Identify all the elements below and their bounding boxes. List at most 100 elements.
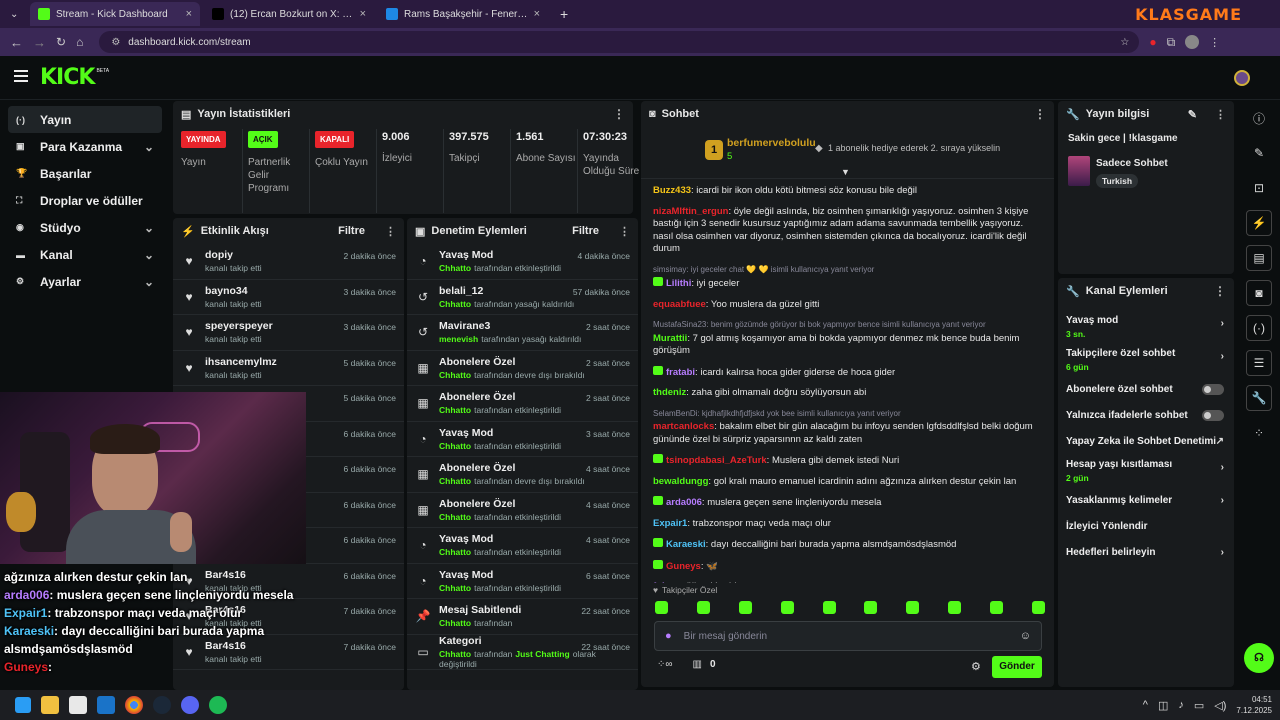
chat-username[interactable]: nizaMIftin_ergun	[653, 206, 728, 217]
broadcast-icon[interactable]: (·)	[1246, 315, 1272, 341]
reply-context[interactable]: simsimay: iyi geceler chat 💛 💛 isimli ku…	[653, 264, 1042, 277]
sidebar-item[interactable]: ⛶ Droplar ve ödüller	[8, 187, 162, 214]
emoji-icon[interactable]: ☺	[1020, 630, 1031, 642]
chat-username[interactable]: Buzz433	[653, 185, 691, 196]
screenshot-icon[interactable]: ⊡	[1246, 175, 1272, 201]
channel-action[interactable]: Abonelere özel sohbet	[1058, 376, 1234, 402]
browser-tab[interactable]: Rams Başakşehir - Fenerbahçe ×	[378, 2, 548, 26]
chat-username[interactable]: fratabi	[666, 367, 695, 378]
lightning-icon[interactable]: ⚡	[1246, 210, 1272, 236]
reply-context[interactable]: MustafaSina23: benim gözümde görüyor bi …	[653, 319, 1042, 332]
moderator-name[interactable]: Chhatto	[439, 583, 471, 593]
chat-settings-icon[interactable]: ⚙	[971, 660, 981, 673]
edit-icon[interactable]: ✎	[1246, 140, 1272, 166]
tray-chevron-icon[interactable]: ^	[1143, 699, 1148, 711]
chat-icon[interactable]: ◙	[1246, 280, 1272, 306]
channel-action[interactable]: Yavaş mod 3 sn. ›	[1058, 310, 1234, 343]
send-button[interactable]: Gönder	[992, 656, 1042, 678]
moderator-name[interactable]: Chhatto	[439, 547, 471, 557]
site-info-icon[interactable]: ⚙	[111, 37, 120, 48]
extension-icon[interactable]: ●	[1149, 35, 1156, 49]
emote-icon[interactable]	[822, 601, 836, 614]
moderator-name[interactable]: menevish	[439, 334, 478, 344]
moderation-icon[interactable]: ☰	[1246, 350, 1272, 376]
display-icon[interactable]: ▭	[1194, 699, 1204, 712]
edit-pencil-icon[interactable]: ✎	[1188, 108, 1197, 121]
mic-tray-icon[interactable]: ♪	[1178, 699, 1184, 711]
moderator-name[interactable]: Chhatto	[439, 405, 471, 415]
stats-more-icon[interactable]: ⋮	[613, 107, 625, 121]
language-tag[interactable]: Turkish	[1096, 174, 1139, 188]
collapse-icon[interactable]: ▼	[841, 167, 850, 177]
toggle-switch[interactable]	[1202, 409, 1224, 421]
emote-icon[interactable]	[738, 601, 752, 614]
emote-icon[interactable]	[696, 601, 710, 614]
spotify-icon[interactable]	[209, 696, 227, 714]
activity-username[interactable]: ihsancemylmz	[205, 356, 277, 368]
hamburger-menu-icon[interactable]	[14, 70, 28, 82]
windows-start-icon[interactable]	[15, 697, 31, 713]
sidebar-item[interactable]: ▬ Kanal ⌄	[8, 241, 162, 268]
activity-username[interactable]: dopiy	[205, 249, 262, 261]
chat-username[interactable]: Murattii	[653, 333, 687, 344]
clock[interactable]: 04:51 7.12.2025	[1236, 694, 1272, 716]
chat-username[interactable]: Lilithi	[666, 278, 691, 289]
channel-action[interactable]: Hesap yaşı kısıtlaması 2 gün ›	[1058, 454, 1234, 487]
chevron-down-icon[interactable]: ⌄	[144, 275, 154, 289]
chat-username[interactable]: martcanlocks	[653, 421, 714, 432]
moderation-filter-button[interactable]: Filtre	[572, 225, 599, 237]
file-explorer-icon[interactable]	[41, 696, 59, 714]
browser-tab[interactable]: Stream - Kick Dashboard ×	[30, 2, 200, 26]
store-icon[interactable]	[69, 696, 87, 714]
sidebar-item[interactable]: ▣ Para Kazanma ⌄	[8, 133, 162, 160]
emote-icon[interactable]	[906, 601, 920, 614]
chat-more-icon[interactable]: ⋮	[1034, 107, 1046, 121]
activity-username[interactable]: bayno34	[205, 285, 262, 297]
info-icon[interactable]: ⓘ	[1246, 105, 1272, 131]
bookmark-star-icon[interactable]: ☆	[1120, 37, 1129, 48]
mic-icon[interactable]: ●	[665, 630, 672, 642]
channel-action[interactable]: Takipçilere özel sohbet 6 gün ›	[1058, 343, 1234, 376]
kick-logo[interactable]: KICK BETA	[40, 65, 109, 90]
chat-username[interactable]: thdeniz	[653, 387, 686, 398]
channel-action[interactable]: İzleyici Yönlendir	[1058, 513, 1234, 539]
activity-filter-button[interactable]: Filtre	[338, 225, 365, 237]
moderator-name[interactable]: Chhatto	[439, 441, 471, 451]
document-icon[interactable]: ▤	[1246, 245, 1272, 271]
outlook-icon[interactable]	[97, 696, 115, 714]
actions-more-icon[interactable]: ⋮	[1214, 284, 1226, 298]
emote-icon[interactable]	[990, 601, 1003, 614]
sidebar-item[interactable]: 🏆 Başarılar	[8, 160, 162, 187]
chat-username[interactable]: Expair1	[653, 518, 687, 529]
channel-action[interactable]: Yasaklanmış kelimeler ›	[1058, 487, 1234, 513]
drops-icon[interactable]: ⁘	[1246, 420, 1272, 446]
network-icon[interactable]: ◫	[1158, 699, 1168, 712]
emote-icon[interactable]	[864, 601, 878, 614]
moderator-name[interactable]: Chhatto	[439, 649, 471, 659]
sidebar-item[interactable]: ⚙ Ayarlar ⌄	[8, 268, 162, 295]
forward-icon[interactable]: →	[33, 35, 46, 50]
tools-icon[interactable]: 🔧	[1246, 385, 1272, 411]
chat-username[interactable]: arda006	[666, 497, 702, 508]
chat-input[interactable]: ● Bir mesaj gönderin ☺	[654, 621, 1042, 651]
moderator-name[interactable]: Chhatto	[439, 370, 471, 380]
reply-context[interactable]: SelamBenDi: kjdhafjlkdhfjdfjskd yok bee …	[653, 408, 1042, 421]
tab-list-button[interactable]: ⌄	[6, 2, 26, 26]
moderator-name[interactable]: Chhatto	[439, 618, 471, 628]
channel-action[interactable]: Yalnızca ifadelerle sohbet	[1058, 402, 1234, 428]
chat-username[interactable]: tsinopdabasi_AzeTurk	[666, 455, 767, 466]
channel-action[interactable]: Hedefleri belirleyin ›	[1058, 539, 1234, 565]
moderator-name[interactable]: Chhatto	[439, 512, 471, 522]
moderator-name[interactable]: Chhatto	[439, 299, 471, 309]
reload-icon[interactable]: ↻	[56, 35, 66, 49]
emote-icon[interactable]	[1031, 601, 1045, 614]
emote-icon[interactable]	[780, 601, 794, 614]
puzzle-icon[interactable]: ⧉	[1167, 35, 1176, 50]
chevron-down-icon[interactable]: ⌄	[144, 248, 154, 262]
sidebar-item[interactable]: ◉ Stüdyo ⌄	[8, 214, 162, 241]
volume-icon[interactable]: ◁)	[1214, 699, 1226, 712]
chat-username[interactable]: Karaeski	[666, 539, 706, 550]
channel-action[interactable]: Yapay Zeka ile Sohbet Denetimi ↗	[1058, 428, 1234, 454]
category-name[interactable]: Sadece Sohbet	[1096, 158, 1168, 169]
pinned-leaderboard[interactable]: 1 berfumervebolulu 5 ◆ 1 abonelik hediye…	[641, 127, 1054, 179]
